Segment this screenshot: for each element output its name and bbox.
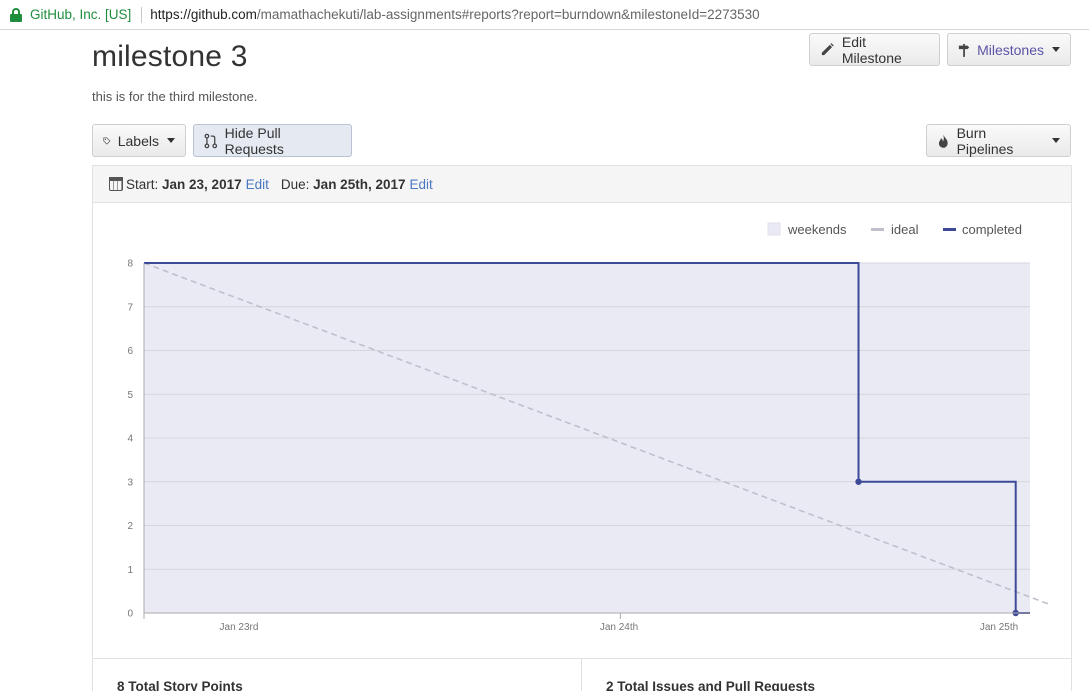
legend-swatch-ideal (871, 228, 884, 231)
y-tick-label: 1 (127, 565, 133, 576)
y-tick-label: 7 (127, 302, 133, 313)
stats-row: 8 Total Story Points 2 Total Issues and … (92, 658, 1072, 691)
x-tick-label: Jan 24th (600, 622, 638, 633)
y-tick-label: 6 (127, 346, 133, 357)
y-tick-label: 5 (127, 390, 133, 401)
total-issues: 2 Total Issues and Pull Requests (606, 679, 816, 691)
chart-grid (144, 262, 1030, 614)
legend-label: completed (962, 222, 1022, 237)
burndown-chart: weekends ideal completed 0 1 2 3 4 5 6 7 8 Jan 23rd… (127, 222, 1050, 633)
completed-point (855, 478, 862, 485)
x-tick-label: Jan 25th (980, 622, 1018, 633)
stats-divider (581, 659, 582, 691)
y-tick-label: 3 (127, 477, 133, 488)
legend-swatch-weekends (767, 222, 781, 236)
chart-legend: weekends ideal completed (767, 222, 1022, 237)
total-story-points: 8 Total Story Points (117, 679, 243, 691)
legend-label: ideal (891, 222, 919, 237)
y-tick-label: 2 (127, 521, 133, 532)
legend-label: weekends (787, 222, 847, 237)
x-tick-label: Jan 23rd (220, 622, 259, 633)
y-tick-label: 8 (127, 259, 133, 270)
y-tick-label: 0 (127, 609, 133, 620)
legend-swatch-completed (943, 228, 956, 231)
y-tick-label: 4 (127, 434, 133, 445)
